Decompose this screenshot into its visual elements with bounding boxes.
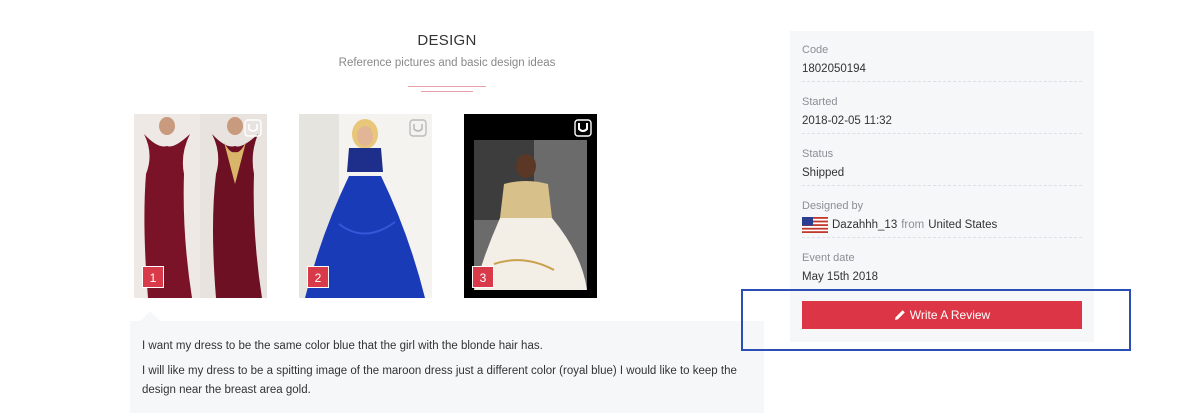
design-title: DESIGN <box>417 32 477 49</box>
highlight-frame <box>741 289 1131 351</box>
event-value: May 15th 2018 <box>802 271 879 283</box>
design-header: DESIGN Reference pictures and basic desi… <box>300 32 594 69</box>
design-subtitle: Reference pictures and basic design idea… <box>338 57 556 69</box>
status-row: Status Shipped <box>802 147 1082 186</box>
comment-text: I want my dress to be the same color blu… <box>142 340 543 352</box>
designer-label: Designed by <box>802 200 864 212</box>
comment-pointer <box>140 311 160 321</box>
image-number-badge: 1 <box>142 266 164 288</box>
designer-row: Designed by Dazahhh_13 from United State… <box>802 199 1082 238</box>
us-flag-icon <box>802 217 828 233</box>
status-label: Status <box>802 148 834 160</box>
brand-logo-icon <box>244 119 262 137</box>
design-comments: I want my dress to be the same color blu… <box>130 321 764 413</box>
brand-logo-icon <box>409 119 427 137</box>
started-value: 2018-02-05 11:32 <box>802 115 892 127</box>
image-number-badge: 3 <box>472 266 494 288</box>
reference-image-3[interactable]: 3 <box>464 114 597 298</box>
reference-image-2[interactable]: 2 <box>299 114 432 298</box>
started-label: Started <box>802 96 838 108</box>
status-value: Shipped <box>802 167 845 179</box>
code-label: Code <box>802 44 829 56</box>
designer-name[interactable]: Dazahhh_13 <box>832 217 897 233</box>
designer-from: from <box>901 219 925 231</box>
event-row: Event date May 15th 2018 <box>802 251 1082 290</box>
designer-country: United States <box>928 219 998 231</box>
comment-text: I will like my dress to be a spitting im… <box>142 365 737 396</box>
reference-image-1[interactable]: 1 <box>134 114 267 298</box>
brand-logo-icon <box>574 119 592 137</box>
title-divider <box>408 86 486 92</box>
image-number-badge: 2 <box>307 266 329 288</box>
event-label: Event date <box>802 252 855 264</box>
started-row: Started 2018-02-05 11:32 <box>802 95 1082 134</box>
code-value: 1802050194 <box>802 63 866 75</box>
designer-value: Dazahhh_13 from United States <box>802 217 1082 233</box>
code-row: Code 1802050194 <box>802 43 1082 82</box>
